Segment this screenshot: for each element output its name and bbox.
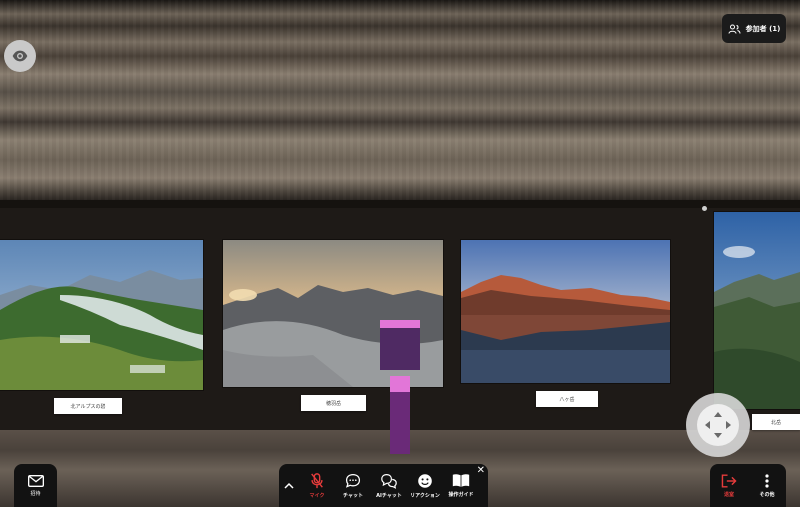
virtual-gallery-scene[interactable]: 北アルプスの碧 穂羽岳 八ヶ岳 北岳 [0, 0, 800, 507]
exit-icon [721, 473, 737, 488]
artwork-image-3[interactable] [461, 240, 670, 383]
ceiling [0, 0, 800, 200]
reaction-label: リアクション [410, 492, 440, 499]
exit-label: 退室 [723, 491, 734, 498]
user-avatar-body[interactable] [390, 376, 410, 454]
smile-icon [418, 473, 432, 488]
joystick-knob[interactable] [697, 404, 739, 446]
right-toolbar: 退室 その他 [710, 464, 786, 507]
ai-chat-button[interactable]: AIチャット [371, 464, 407, 507]
arrows-icon [705, 412, 731, 438]
mail-icon [27, 474, 44, 487]
people-icon [728, 24, 741, 34]
ai-chat-label: AIチャット [376, 492, 402, 499]
invite-button[interactable]: 招待 [14, 464, 57, 507]
reaction-button[interactable]: リアクション [407, 464, 443, 507]
participants-label: 参加者 (1) [745, 24, 781, 33]
ai-chat-icon [381, 473, 397, 489]
chevron-up-icon [284, 482, 294, 489]
exit-button[interactable]: 退室 [712, 473, 746, 498]
movement-joystick[interactable] [686, 393, 750, 457]
chat-label: チャット [343, 492, 363, 499]
user-avatar-head[interactable] [380, 320, 430, 370]
main-toolbar: マイク チャット AIチャット リアクション 操作ガイド ✕ [279, 464, 488, 507]
artwork-label-1: 北アルプスの碧 [54, 398, 122, 414]
artwork-image-4[interactable] [714, 212, 800, 409]
participants-button[interactable]: 参加者 (1) [722, 14, 786, 43]
view-toggle-button[interactable] [4, 40, 36, 72]
mic-off-icon [311, 472, 323, 488]
chat-button[interactable]: チャット [335, 464, 371, 507]
artwork-label-3: 八ヶ岳 [536, 391, 598, 407]
artwork-label-4: 北岳 [752, 414, 800, 430]
more-button[interactable]: その他 [750, 473, 784, 498]
toolbar-close-button[interactable]: ✕ [477, 466, 485, 476]
artwork-label-2: 穂羽岳 [301, 395, 366, 411]
mic-button[interactable]: マイク [299, 464, 335, 507]
more-label: その他 [759, 491, 775, 498]
wall-top-edge [0, 200, 800, 208]
close-icon: ✕ [476, 465, 485, 476]
more-vertical-icon [765, 473, 769, 488]
invite-label: 招待 [30, 490, 41, 497]
artwork-image-1[interactable] [0, 240, 203, 390]
toolbar-collapse-button[interactable] [279, 464, 299, 507]
mic-label: マイク [309, 492, 325, 499]
chat-bubble-icon [345, 473, 361, 488]
book-icon [452, 474, 470, 488]
guide-button[interactable]: 操作ガイド [443, 464, 479, 507]
guide-label: 操作ガイド [448, 492, 474, 498]
eye-icon [12, 50, 28, 62]
indicator-dot [702, 206, 707, 211]
